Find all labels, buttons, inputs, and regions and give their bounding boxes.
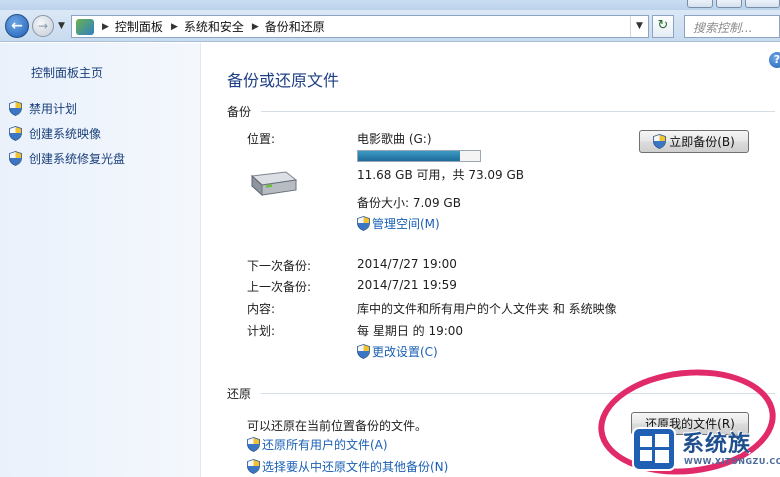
- restore-all-users-label: 还原所有用户的文件(A): [262, 438, 388, 452]
- address-bar[interactable]: ▶ 控制面板 ▶ 系统和安全 ▶ 备份和还原 ▼: [71, 15, 649, 38]
- select-other-backup-label: 选择要从中还原文件的其他备份(N): [262, 460, 449, 474]
- schedule-label: 计划:: [247, 324, 276, 338]
- close-button[interactable]: [745, 0, 780, 8]
- breadcrumb-control-panel[interactable]: 控制面板: [115, 18, 163, 35]
- sidebar-item-disable-schedule[interactable]: 禁用计划: [9, 100, 77, 117]
- backup-heading-label: 备份: [227, 105, 252, 119]
- manage-space-link[interactable]: 管理空间(M): [357, 215, 440, 232]
- chevron-right-icon[interactable]: ▶: [171, 22, 178, 32]
- last-backup-label: 上一次备份:: [247, 280, 312, 294]
- minimize-button[interactable]: [687, 0, 713, 8]
- maximize-button[interactable]: [716, 0, 742, 8]
- uac-shield-icon: [653, 134, 667, 149]
- uac-shield-icon: [247, 437, 260, 452]
- windows-logo-icon: [632, 427, 676, 471]
- backup-size-text: 备份大小: 7.09 GB: [357, 196, 461, 210]
- sidebar-item-label: 禁用计划: [29, 102, 78, 116]
- next-backup-label: 下一次备份:: [247, 259, 312, 273]
- site-watermark: 系统族 WWW.XITONGZU.COM: [632, 423, 780, 477]
- control-panel-icon: [76, 18, 94, 35]
- navigation-bar: ← → ▼ ▶ 控制面板 ▶ 系统和安全 ▶ 备份和还原 ▼ ↻ 搜索控制...: [0, 10, 780, 42]
- left-navigation-pane: 控制面板主页 禁用计划 创建系统映像 创建系统修复光盘: [0, 43, 201, 477]
- forward-arrow-icon[interactable]: →: [32, 15, 54, 37]
- breadcrumb-backup-restore[interactable]: 备份和还原: [265, 18, 325, 35]
- recent-pages-dropdown-icon[interactable]: ▼: [58, 21, 65, 31]
- uac-shield-icon: [9, 151, 22, 166]
- backup-section-heading: 备份: [227, 103, 775, 120]
- uac-shield-icon: [9, 101, 22, 116]
- back-arrow-icon[interactable]: ←: [5, 14, 29, 38]
- location-label: 位置:: [247, 132, 276, 146]
- contents-value: 库中的文件和所有用户的个人文件夹 和 系统映像: [357, 302, 617, 316]
- change-settings-link[interactable]: 更改设置(C): [357, 343, 438, 360]
- uac-shield-icon: [247, 459, 260, 474]
- chevron-right-icon[interactable]: ▶: [102, 22, 109, 32]
- breadcrumb-system-security[interactable]: 系统和安全: [184, 18, 244, 35]
- window-title-bar: [0, 0, 780, 10]
- control-panel-home-link[interactable]: 控制面板主页: [31, 64, 103, 81]
- help-icon[interactable]: ?: [769, 52, 780, 68]
- location-value: 电影歌曲 (G:): [357, 132, 432, 146]
- restore-all-users-link[interactable]: 还原所有用户的文件(A): [247, 436, 388, 453]
- address-dropdown-icon[interactable]: ▼: [630, 16, 648, 37]
- section-divider: [261, 111, 775, 112]
- select-other-backup-link[interactable]: 选择要从中还原文件的其他备份(N): [247, 458, 448, 475]
- sidebar-item-create-system-image[interactable]: 创建系统映像: [9, 125, 101, 142]
- drive-usage-bar: [357, 150, 481, 162]
- refresh-icon[interactable]: ↻: [652, 15, 674, 38]
- next-backup-value: 2014/7/27 19:00: [357, 257, 457, 271]
- uac-shield-icon: [9, 126, 22, 141]
- search-input[interactable]: 搜索控制...: [684, 15, 780, 38]
- hard-drive-icon: [250, 171, 298, 197]
- backup-now-label: 立即备份(B): [669, 135, 735, 149]
- change-settings-label: 更改设置(C): [372, 345, 438, 359]
- restore-heading-label: 还原: [227, 387, 252, 401]
- drive-usage-fill: [358, 151, 461, 161]
- page-title: 备份或还原文件: [227, 71, 340, 90]
- contents-label: 内容:: [247, 302, 276, 316]
- manage-space-label: 管理空间(M): [372, 217, 440, 231]
- uac-shield-icon: [357, 216, 370, 231]
- restore-description: 可以还原在当前位置备份的文件。: [247, 419, 428, 433]
- schedule-value: 每 星期日 的 19:00: [357, 324, 464, 338]
- chevron-right-icon[interactable]: ▶: [252, 22, 259, 32]
- uac-shield-icon: [357, 344, 370, 359]
- last-backup-value: 2014/7/21 19:59: [357, 278, 457, 292]
- watermark-url: WWW.XITONGZU.COM: [684, 457, 780, 466]
- sidebar-item-create-repair-disc[interactable]: 创建系统修复光盘: [9, 150, 125, 167]
- sidebar-item-label: 创建系统映像: [29, 127, 102, 141]
- watermark-text: 系统族: [682, 432, 752, 457]
- space-available-text: 11.68 GB 可用，共 73.09 GB: [357, 168, 525, 182]
- sidebar-item-label: 创建系统修复光盘: [29, 152, 126, 166]
- backup-now-button[interactable]: 立即备份(B): [639, 130, 749, 153]
